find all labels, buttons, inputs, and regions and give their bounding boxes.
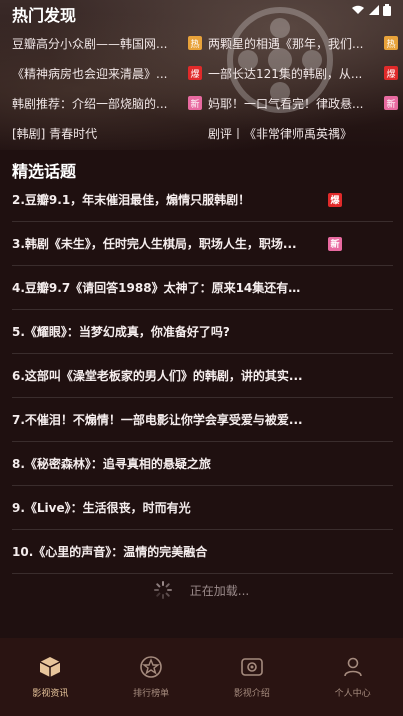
topic-title: 7.不催泪！不煽情！一部电影让你学会享受爱与被爱... xyxy=(12,413,303,427)
hot-item-text: 两颗星的相遇《那年，我们... xyxy=(208,36,364,51)
hot-discovery-grid: 豆瓣高分小众剧——韩国网... 热两颗星的相遇《那年，我们... 热《精神病房也会迎… xyxy=(12,28,398,148)
topic-title: 6.这部叫《澡堂老板家的男人们》的韩剧，讲的其实... xyxy=(12,369,303,383)
topic-title: 4.豆瓣9.7《请回答1988》太神了：原来14集还有这... xyxy=(12,281,312,295)
topic-title: 5.《耀眼》：当梦幻成真，你准备好了吗? xyxy=(12,325,230,339)
bottom-tab-bar: 影视资讯 排行榜单 影视介绍 个人中心 xyxy=(0,638,403,716)
topic-list: 2.豆瓣9.1，年末催泪最佳，煽情只服韩剧！ 爆 3.韩剧《未生》，任时完人生棋局，… xyxy=(12,178,393,574)
tab-3[interactable]: 影视介绍 xyxy=(202,638,303,716)
hot-item[interactable]: 一部长达121集的韩剧，从... 爆 xyxy=(208,58,398,88)
topic-row[interactable]: 7.不催泪！不煽情！一部电影让你学会享受爱与被爱... xyxy=(12,398,393,442)
status-bar xyxy=(351,4,391,16)
spinner-icon xyxy=(153,581,172,599)
hot-item[interactable]: 妈耶！一口气看完！律政悬... 新 xyxy=(208,88,398,118)
hot-badge: 爆 xyxy=(188,66,202,80)
hot-badge: 新 xyxy=(384,96,398,110)
ranking-icon xyxy=(139,655,163,682)
loading-text: 正在加载... xyxy=(189,583,250,598)
signal-icon xyxy=(369,5,379,15)
tab-2[interactable]: 排行榜单 xyxy=(101,638,202,716)
topic-title: 2.豆瓣9.1，年末催泪最佳，煽情只服韩剧！ xyxy=(12,193,251,207)
topic-title: 3.韩剧《未生》，任时完人生棋局，职场人生，职场... xyxy=(12,237,297,251)
package-icon xyxy=(38,655,62,682)
film-icon xyxy=(240,655,264,682)
loading-indicator: 正在加载... xyxy=(0,578,403,602)
topic-row[interactable]: 5.《耀眼》：当梦幻成真，你准备好了吗? xyxy=(12,310,393,354)
topic-title: 8.《秘密森林》：追寻真相的悬疑之旅 xyxy=(12,457,211,471)
tab-label: 影视资讯 xyxy=(32,689,69,699)
topic-row[interactable]: 4.豆瓣9.7《请回答1988》太神了：原来14集还有这... xyxy=(12,266,393,310)
hot-item[interactable]: 两颗星的相遇《那年，我们... 热 xyxy=(208,28,398,58)
hot-badge: 热 xyxy=(384,36,398,50)
tab-4[interactable]: 个人中心 xyxy=(302,638,403,716)
hot-item[interactable]: 豆瓣高分小众剧——韩国网... 热 xyxy=(12,28,202,58)
hot-badge: 新 xyxy=(188,96,202,110)
hot-item-text: 豆瓣高分小众剧——韩国网... xyxy=(12,36,168,51)
hot-item-text: 妈耶！一口气看完！律政悬... xyxy=(208,96,364,111)
hot-badge: 热 xyxy=(188,36,202,50)
hot-item[interactable]: 剧评丨《非常律师禹英禑》 xyxy=(208,118,398,148)
topic-row[interactable]: 3.韩剧《未生》，任时完人生棋局，职场人生，职场... 新 xyxy=(12,222,393,266)
tab-label: 个人中心 xyxy=(334,689,371,699)
hot-item-text: [韩剧] 青春时代 xyxy=(12,126,98,141)
topic-title: 10.《心里的声音》：温情的完美融合 xyxy=(12,545,208,559)
hot-badge: 爆 xyxy=(384,66,398,80)
user-icon xyxy=(341,655,365,682)
wifi-icon xyxy=(352,5,364,14)
topic-row[interactable]: 6.这部叫《澡堂老板家的男人们》的韩剧，讲的其实... xyxy=(12,354,393,398)
battery-icon xyxy=(383,4,391,16)
hot-item[interactable]: 《精神病房也会迎来清晨》... 爆 xyxy=(12,58,202,88)
topic-title: 9.《Live》：生活很丧，时而有光 xyxy=(12,501,191,515)
hot-item-text: 一部长达121集的韩剧，从... xyxy=(208,66,363,81)
tab-label: 排行榜单 xyxy=(133,689,170,699)
hot-item-text: 剧评丨《非常律师禹英禑》 xyxy=(208,126,353,141)
hot-item-text: 《精神病房也会迎来清晨》... xyxy=(12,66,168,81)
hot-item[interactable]: [韩剧] 青春时代 xyxy=(12,118,202,148)
hot-item-text: 韩剧推荐：介绍一部烧脑的... xyxy=(12,96,168,111)
topic-row[interactable]: 2.豆瓣9.1，年末催泪最佳，煽情只服韩剧！ 爆 xyxy=(12,178,393,222)
topic-row[interactable]: 10.《心里的声音》：温情的完美融合 xyxy=(12,530,393,574)
topic-badge: 新 xyxy=(328,236,342,251)
hot-section-title: 热门发现 xyxy=(12,6,77,25)
topic-row[interactable]: 9.《Live》：生活很丧，时而有光 xyxy=(12,486,393,530)
topic-row[interactable]: 8.《秘密森林》：追寻真相的悬疑之旅 xyxy=(12,442,393,486)
hot-item[interactable]: 韩剧推荐：介绍一部烧脑的... 新 xyxy=(12,88,202,118)
tab-label: 影视介绍 xyxy=(233,689,270,699)
topic-badge: 爆 xyxy=(328,192,342,207)
tab-1[interactable]: 影视资讯 xyxy=(0,638,101,716)
